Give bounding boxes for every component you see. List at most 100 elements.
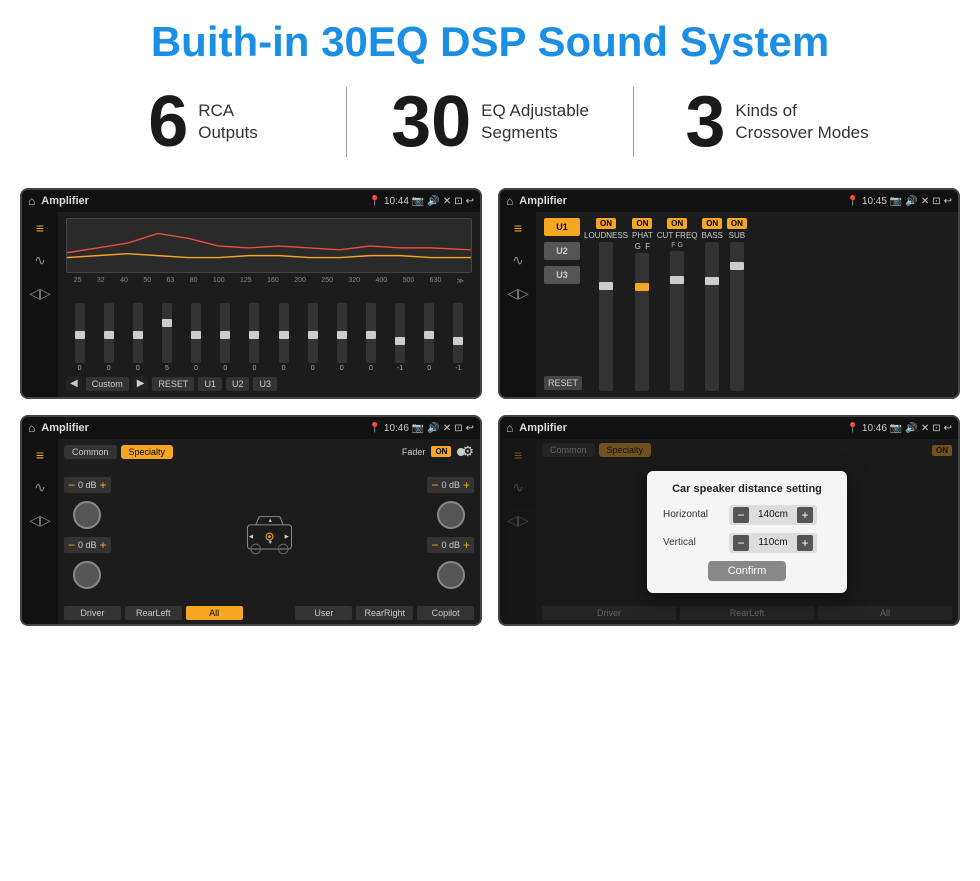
- eq-content: ≡ ∿ ◁▷ 25 32 40 50 63: [22, 212, 480, 397]
- tab-specialty[interactable]: Specialty: [121, 445, 174, 459]
- eq-screen: ⌂ Amplifier 📍 10:44 📷 🔊 ✕ ⊡ ↩ ≡ ∿ ◁▷: [20, 188, 482, 399]
- all-btn[interactable]: All: [186, 606, 243, 620]
- amp-cutfreq-slider[interactable]: [670, 251, 684, 391]
- fader-label: Fader: [402, 447, 426, 457]
- eq-track-8[interactable]: [279, 303, 289, 363]
- stat-rca-number: 6: [148, 86, 188, 158]
- stat-eq: 30 EQ AdjustableSegments: [347, 86, 633, 158]
- eq-wave-icon[interactable]: ∿: [34, 252, 46, 269]
- amp-location-icon: 📍: [846, 196, 858, 207]
- eq-home-icon[interactable]: ⌂: [28, 194, 35, 208]
- left-front-plus[interactable]: +: [100, 479, 107, 491]
- eq-slider-12: -1: [395, 303, 405, 372]
- right-rear-minus[interactable]: −: [431, 539, 438, 551]
- amp-u2-btn[interactable]: U2: [544, 242, 580, 260]
- crossover-title: Amplifier: [41, 422, 362, 434]
- fader-on-btn[interactable]: ON: [431, 446, 451, 457]
- eq-u1-btn[interactable]: U1: [198, 377, 222, 391]
- amp-filter-icon[interactable]: ≡: [514, 220, 522, 236]
- eq-track-6[interactable]: [220, 303, 230, 363]
- amp-loudness-on[interactable]: ON: [596, 218, 616, 229]
- eq-track-14[interactable]: [453, 303, 463, 363]
- rearleft-btn[interactable]: RearLeft: [125, 606, 182, 620]
- confirm-button[interactable]: Confirm: [708, 561, 787, 581]
- eq-track-3[interactable]: [133, 303, 143, 363]
- dialog-sidebar: ≡ ∿ ◁▷: [500, 439, 536, 624]
- stat-rca-label: RCAOutputs: [198, 100, 258, 144]
- screenshots-grid: ⌂ Amplifier 📍 10:44 📷 🔊 ✕ ⊡ ↩ ≡ ∿ ◁▷: [0, 178, 980, 646]
- amp-wave-icon[interactable]: ∿: [512, 252, 524, 269]
- right-rear-plus[interactable]: +: [463, 539, 470, 551]
- amp-content: ≡ ∿ ◁▷ U1 U2 U3 RESET ON: [500, 212, 958, 397]
- amp-bass-slider[interactable]: [705, 242, 719, 391]
- freq-630: 630: [430, 277, 442, 285]
- vertical-row: Vertical − 110cm +: [663, 533, 831, 553]
- eq-track-10[interactable]: [337, 303, 347, 363]
- eq-track-2[interactable]: [104, 303, 114, 363]
- amp-u3-btn[interactable]: U3: [544, 266, 580, 284]
- amp-close-icon: ✕: [921, 196, 929, 207]
- eq-play-btn[interactable]: ▶: [133, 376, 149, 391]
- right-front-plus[interactable]: +: [463, 479, 470, 491]
- rearright-btn[interactable]: RearRight: [356, 606, 413, 620]
- eq-time: 10:44: [384, 196, 409, 207]
- amp-bass-on[interactable]: ON: [702, 218, 722, 229]
- eq-track-12[interactable]: [395, 303, 405, 363]
- car-diagram: ▲ ▼ ◀ ▶: [242, 511, 297, 556]
- dialog-home-icon[interactable]: ⌂: [506, 421, 513, 435]
- amp-loudness-slider[interactable]: [599, 242, 613, 391]
- crossover-volume-icon2[interactable]: ◁▷: [29, 512, 51, 529]
- eq-track-5[interactable]: [191, 303, 201, 363]
- eq-track-13[interactable]: [424, 303, 434, 363]
- eq-custom-btn[interactable]: Custom: [86, 377, 129, 391]
- eq-track-7[interactable]: [249, 303, 259, 363]
- eq-track-4[interactable]: [162, 303, 172, 363]
- eq-prev-btn[interactable]: ◀: [66, 376, 82, 391]
- eq-reset-btn[interactable]: RESET: [152, 377, 194, 391]
- eq-filter-icon[interactable]: ≡: [36, 220, 44, 236]
- left-rear-minus[interactable]: −: [68, 539, 75, 551]
- copilot-btn[interactable]: Copilot: [417, 606, 474, 620]
- left-front-minus[interactable]: −: [68, 479, 75, 491]
- vertical-plus-btn[interactable]: +: [797, 535, 813, 551]
- amp-u1-btn[interactable]: U1: [544, 218, 580, 236]
- amp-volume-icon2[interactable]: ◁▷: [507, 285, 529, 302]
- amp-sub-slider[interactable]: [730, 242, 744, 391]
- amp-cutfreq-on[interactable]: ON: [667, 218, 687, 229]
- right-front-value: 0 dB: [441, 480, 460, 490]
- crossover-filter-icon[interactable]: ≡: [36, 447, 44, 463]
- horizontal-plus-btn[interactable]: +: [797, 507, 813, 523]
- amp-phat-on[interactable]: ON: [632, 218, 652, 229]
- eq-sliders-row: 0 0 0 5 0: [66, 289, 472, 372]
- freq-63: 63: [167, 277, 175, 285]
- svg-text:▶: ▶: [284, 533, 289, 539]
- amp-sub-on[interactable]: ON: [727, 218, 747, 229]
- dialog-status-icons: 📍 10:46 📷 🔊 ✕ ⊡ ↩: [846, 423, 952, 434]
- left-rear-plus[interactable]: +: [100, 539, 107, 551]
- eq-u3-btn[interactable]: U3: [253, 377, 277, 391]
- amp-home-icon[interactable]: ⌂: [506, 194, 513, 208]
- tab-common[interactable]: Common: [64, 445, 117, 459]
- user-btn[interactable]: User: [295, 606, 352, 620]
- dialog-time: 10:46: [862, 423, 887, 434]
- dialog-topbar: ⌂ Amplifier 📍 10:46 📷 🔊 ✕ ⊡ ↩: [500, 417, 958, 439]
- eq-u2-btn[interactable]: U2: [226, 377, 250, 391]
- horizontal-minus-btn[interactable]: −: [733, 507, 749, 523]
- eq-track-9[interactable]: [308, 303, 318, 363]
- amp-reset-btn[interactable]: RESET: [544, 376, 582, 390]
- right-front-minus[interactable]: −: [431, 479, 438, 491]
- amp-phat-slider[interactable]: [635, 253, 649, 391]
- amp-loudness-label: LOUDNESS: [584, 231, 628, 240]
- eq-volume-icon[interactable]: ◁▷: [29, 285, 51, 302]
- crossover-wave-icon[interactable]: ∿: [34, 479, 46, 496]
- eq-status-icons: 📍 10:44 📷 🔊 ✕ ⊡ ↩: [368, 196, 474, 207]
- amp-window-icon: ⊡: [932, 196, 940, 207]
- crossover-home-icon[interactable]: ⌂: [28, 421, 35, 435]
- eq-slider-1: 0: [75, 303, 85, 372]
- vertical-minus-btn[interactable]: −: [733, 535, 749, 551]
- eq-track-11[interactable]: [366, 303, 376, 363]
- amp-volume-icon: 🔊: [905, 196, 917, 207]
- eq-track-1[interactable]: [75, 303, 85, 363]
- eq-slider-2: 0: [104, 303, 114, 372]
- driver-btn[interactable]: Driver: [64, 606, 121, 620]
